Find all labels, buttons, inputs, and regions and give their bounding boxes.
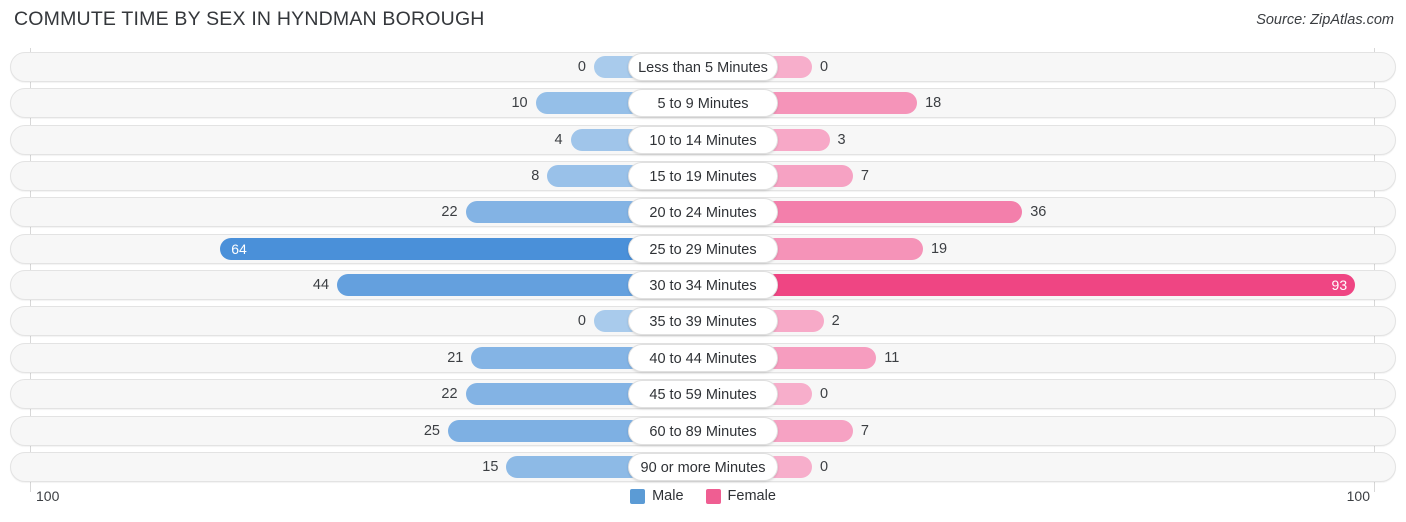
bar-female[interactable] [764, 92, 918, 115]
page-title: COMMUTE TIME BY SEX IN HYNDMAN BOROUGH [14, 8, 485, 30]
chart-row[interactable]: 64 19 25 to 29 Minutes [10, 233, 1396, 264]
value-label-female: 0 [820, 458, 829, 475]
value-label-male: 0 [577, 313, 586, 330]
chart-row[interactable]: 10 18 5 to 9 Minutes [10, 88, 1396, 119]
category-label: 10 to 14 Minutes [628, 125, 778, 154]
bar-male[interactable] [465, 383, 642, 406]
chart-row[interactable]: 0 2 35 to 39 Minutes [10, 306, 1396, 337]
value-label-female: 7 [860, 168, 869, 185]
value-label-female: 0 [820, 59, 829, 75]
value-label-male: 21 [447, 349, 464, 366]
value-label-male: 8 [531, 168, 540, 185]
bar-female[interactable] [764, 346, 877, 369]
category-label: 15 to 19 Minutes [628, 162, 778, 191]
chart-row[interactable]: 8 7 15 to 19 Minutes [10, 161, 1396, 192]
chart-row[interactable]: 21 11 40 to 44 Minutes [10, 342, 1396, 373]
value-label-male: 4 [554, 131, 563, 148]
chart-row[interactable]: 4 3 10 to 14 Minutes [10, 124, 1396, 155]
legend-item-male[interactable]: Male [630, 488, 684, 504]
category-label: 25 to 29 Minutes [628, 234, 778, 263]
value-label-female: 93 [1331, 277, 1348, 294]
value-label-female: 11 [884, 349, 900, 366]
value-label-male: 22 [441, 386, 458, 403]
bar-female[interactable] [764, 274, 1356, 297]
category-label: 45 to 59 Minutes [628, 380, 778, 409]
bar-male[interactable] [448, 419, 642, 442]
chart-row[interactable]: 0 0 Less than 5 Minutes [10, 52, 1396, 82]
legend: Male Female [0, 488, 1406, 504]
value-label-female: 0 [820, 386, 829, 403]
bar-male[interactable] [506, 455, 642, 478]
value-label-female: 3 [837, 131, 846, 148]
value-label-male: 15 [482, 458, 499, 475]
legend-swatch-male-icon [630, 488, 646, 504]
value-label-male: 22 [441, 204, 458, 221]
bar-male[interactable] [471, 346, 642, 369]
value-label-female: 7 [860, 422, 869, 439]
category-label: Less than 5 Minutes [628, 53, 778, 81]
bar-male[interactable] [535, 92, 642, 115]
value-label-female: 2 [831, 313, 840, 330]
legend-label-male: Male [652, 488, 684, 504]
category-label: 20 to 24 Minutes [628, 198, 778, 227]
category-label: 60 to 89 Minutes [628, 416, 778, 445]
chart-row[interactable]: 25 7 60 to 89 Minutes [10, 415, 1396, 446]
legend-swatch-female-icon [705, 488, 721, 504]
bar-female[interactable] [764, 201, 1023, 224]
chart-container: COMMUTE TIME BY SEX IN HYNDMAN BOROUGH S… [0, 0, 1406, 522]
legend-item-female[interactable]: Female [705, 488, 776, 504]
bar-male[interactable] [465, 201, 642, 224]
bar-female[interactable] [764, 237, 923, 260]
category-label: 30 to 34 Minutes [628, 271, 778, 300]
plot-area: 0 0 Less than 5 Minutes 10 18 5 to 9 Minutes 4… [0, 48, 1406, 492]
value-label-female: 36 [1030, 204, 1047, 221]
category-label: 90 or more Minutes [628, 452, 778, 481]
bar-male[interactable] [337, 274, 642, 297]
category-label: 5 to 9 Minutes [628, 89, 778, 118]
value-label-male: 25 [423, 422, 440, 439]
value-label-male: 0 [577, 59, 586, 75]
chart-row[interactable]: 15 0 90 or more Minutes [10, 451, 1396, 482]
value-label-male: 44 [312, 277, 330, 294]
category-label: 35 to 39 Minutes [628, 307, 778, 336]
value-label-female: 18 [925, 95, 942, 112]
chart-row[interactable]: 44 93 30 to 34 Minutes [10, 270, 1396, 301]
value-label-male: 64 [231, 240, 247, 257]
category-label: 40 to 44 Minutes [628, 343, 778, 372]
chart-row[interactable]: 22 36 20 to 24 Minutes [10, 197, 1396, 228]
legend-label-female: Female [727, 488, 776, 504]
chart-row[interactable]: 22 0 45 to 59 Minutes [10, 379, 1396, 410]
value-label-female: 19 [930, 240, 948, 257]
bar-male[interactable] [220, 237, 642, 260]
chart-footer: 100 100 Male Female [0, 486, 1406, 522]
source-attribution: Source: ZipAtlas.com [1256, 12, 1394, 28]
value-label-male: 10 [511, 95, 528, 112]
